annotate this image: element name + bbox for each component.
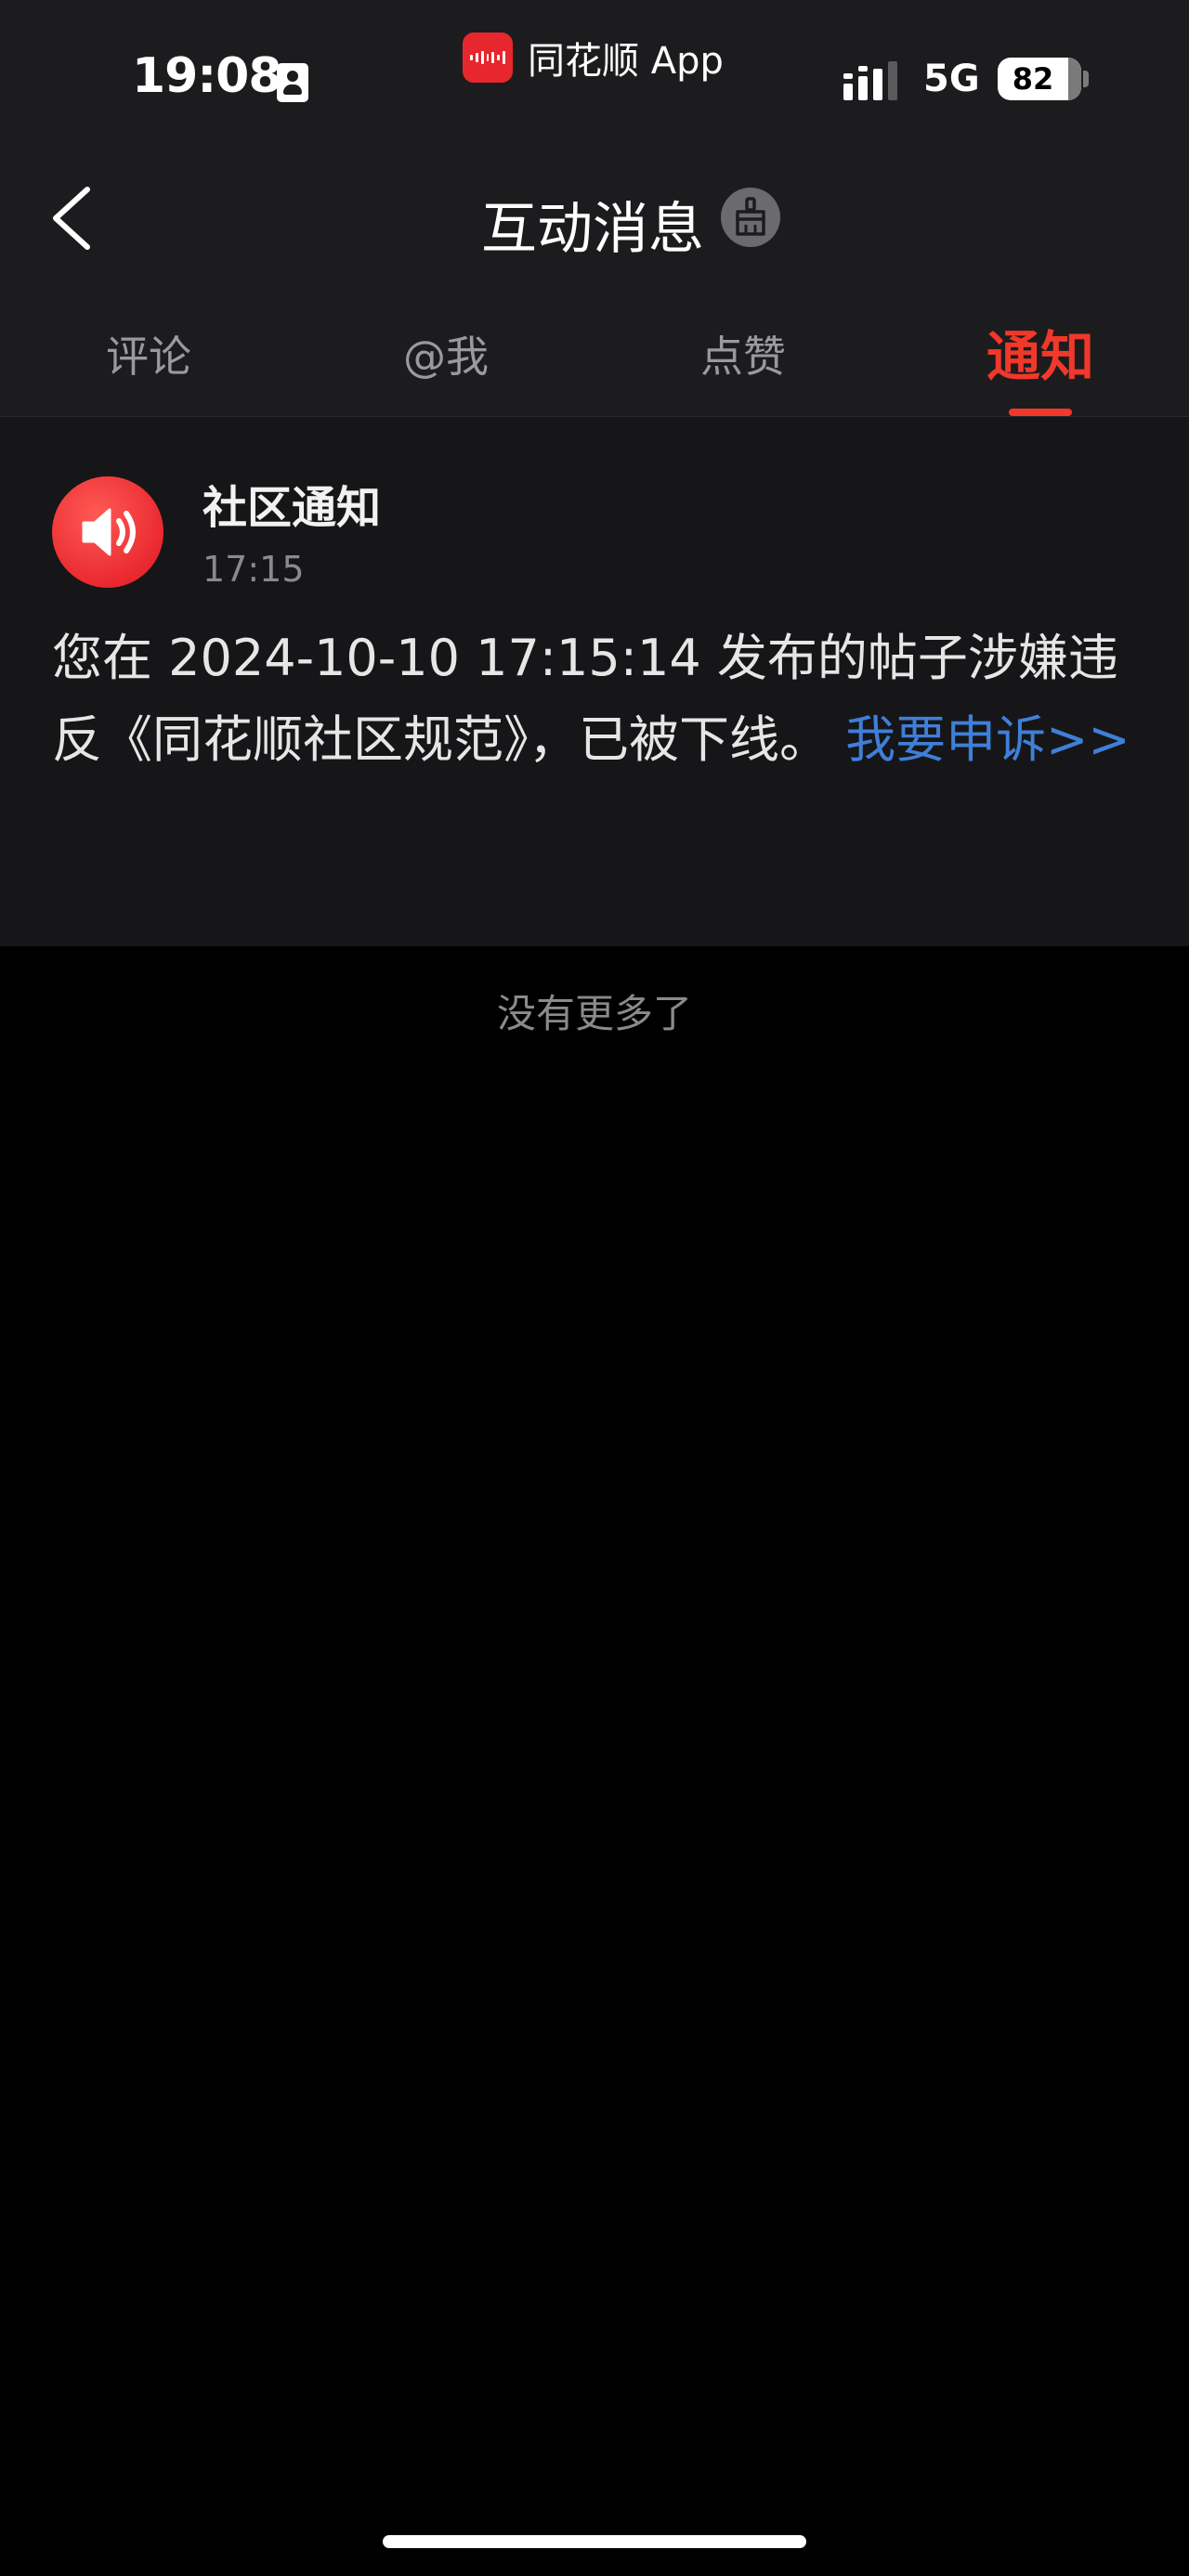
chevron-left-icon [53, 187, 90, 250]
broom-icon [736, 197, 765, 236]
notification-title: 社区通知 [203, 482, 382, 534]
tab-notifications[interactable]: 通知 [892, 290, 1189, 416]
nav-bar: 互动消息 [0, 149, 1189, 290]
active-tab-indicator [1009, 409, 1072, 416]
no-more-label: 没有更多了 [496, 991, 692, 1036]
battery-level: 82 [1012, 61, 1054, 97]
page-title: 互动消息 [481, 197, 704, 262]
notification-time: 17:15 [203, 549, 305, 590]
home-indicator[interactable] [383, 2535, 806, 2548]
clear-messages-button[interactable] [721, 188, 780, 247]
status-time: 19:08 [132, 48, 282, 104]
notification-card[interactable]: 社区通知 17:15 您在 2024-10-10 17:15:14 发布的帖子涉… [0, 417, 1189, 946]
back-button[interactable] [41, 176, 115, 260]
speaker-icon [82, 508, 136, 556]
notification-avatar [52, 476, 163, 588]
battery-icon: 82 [998, 58, 1081, 100]
status-bar: 19:08 同花顺 App 5G 82 [0, 0, 1189, 149]
notification-message-body: 您在 2024-10-10 17:15:14 发布的帖子涉嫌违反《同花顺社区规范… [52, 618, 1139, 781]
signal-icon [843, 61, 897, 100]
appeal-link[interactable]: 我要申诉>> [845, 710, 1130, 769]
battery-tip [1083, 71, 1089, 87]
tab-likes[interactable]: 点赞 [594, 290, 892, 416]
message-tabs: 评论 @我 点赞 通知 [0, 290, 1189, 417]
app-name: 同花顺 App [528, 40, 724, 83]
network-label: 5G [923, 58, 980, 100]
app-logo-icon [463, 33, 513, 83]
contact-card-icon [277, 63, 308, 102]
tab-mentions[interactable]: @我 [297, 290, 594, 416]
tab-comments[interactable]: 评论 [0, 290, 297, 416]
app-indicator[interactable]: 同花顺 App [463, 32, 724, 84]
